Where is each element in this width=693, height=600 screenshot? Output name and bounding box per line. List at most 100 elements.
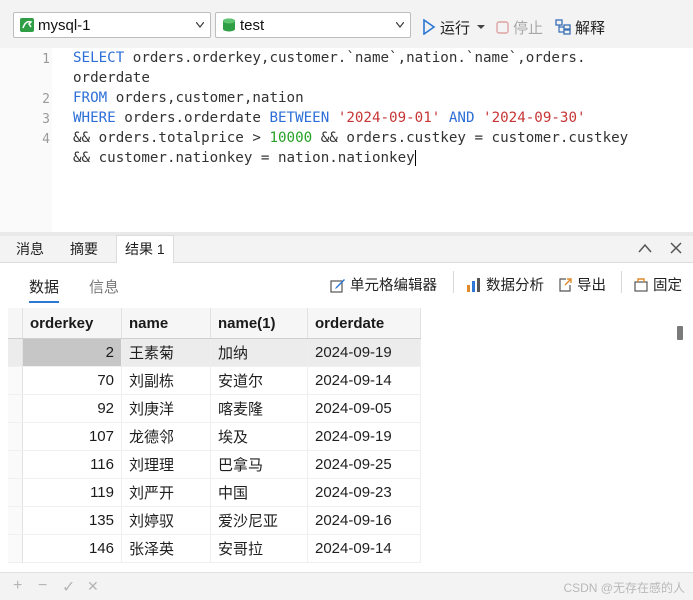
table-row[interactable]: 2 王素菊 加纳 2024-09-19 (8, 338, 421, 367)
explain-button[interactable]: 解释 (555, 17, 605, 37)
line-gutter: 1 2 3 4 (0, 48, 52, 232)
close-icon[interactable] (670, 242, 682, 254)
database-select[interactable]: test (215, 12, 411, 38)
cell-orderkey[interactable]: 107 (22, 422, 122, 451)
cell-orderdate[interactable]: 2024-09-19 (307, 422, 421, 451)
sql-editor[interactable]: 1 2 3 4 SELECT orders.orderkey,customer.… (0, 48, 693, 232)
cell-orderkey[interactable]: 70 (22, 366, 122, 395)
line-number: 1 (42, 52, 50, 67)
table-row[interactable]: 107 龙德邻 埃及 2024-09-19 (8, 422, 421, 451)
data-analysis-button[interactable]: 数据分析 (466, 274, 544, 295)
tab-messages[interactable]: 消息 (8, 236, 52, 262)
watermark: CSDN @无存在感的人 (563, 581, 685, 595)
code-line-4: && orders.totalprice > 10000 && orders.c… (73, 130, 629, 146)
cell-nation[interactable]: 巴拿马 (210, 450, 308, 479)
cell-orderdate[interactable]: 2024-09-19 (307, 338, 421, 367)
cell-nation[interactable]: 爱沙尼亚 (210, 506, 308, 535)
code-line-3: WHERE orders.orderdate BETWEEN '2024-09-… (73, 110, 586, 126)
cell-nation[interactable]: 安哥拉 (210, 534, 308, 563)
separator (453, 271, 454, 293)
collapse-icon[interactable] (638, 243, 652, 253)
cell-name[interactable]: 龙德邻 (121, 422, 211, 451)
column-header-orderdate[interactable]: orderdate (307, 308, 421, 339)
export-icon (559, 277, 572, 292)
stop-button[interactable]: 停止 (496, 17, 543, 37)
cell-name[interactable]: 张泽英 (121, 534, 211, 563)
subtab-data[interactable]: 数据 (29, 276, 60, 303)
cell-name[interactable]: 刘严开 (121, 478, 211, 507)
vertical-scrollbar[interactable] (677, 326, 683, 340)
cell-editor-button[interactable]: 单元格编辑器 (330, 274, 437, 295)
apply-changes-button[interactable]: ✓ (62, 577, 75, 597)
table-row[interactable]: 135 刘婷驭 爱沙尼亚 2024-09-16 (8, 506, 421, 535)
pin-button[interactable]: 固定 (633, 274, 682, 295)
top-strip (0, 0, 693, 8)
cell-name[interactable]: 刘副栋 (121, 366, 211, 395)
chevron-down-icon (196, 22, 204, 28)
cell-orderdate[interactable]: 2024-09-16 (307, 506, 421, 535)
cell-orderkey[interactable]: 116 (22, 450, 122, 479)
cell-orderdate[interactable]: 2024-09-23 (307, 478, 421, 507)
cell-nation[interactable]: 埃及 (210, 422, 308, 451)
cell-orderkey[interactable]: 135 (22, 506, 122, 535)
cell-orderdate[interactable]: 2024-09-14 (307, 534, 421, 563)
result-subbar: 数据 信息 单元格编辑器 数据分析 导出 固定 (0, 263, 693, 305)
play-icon (423, 19, 436, 35)
delete-record-button[interactable]: − (38, 577, 47, 595)
run-button[interactable]: 运行 (422, 17, 490, 37)
stop-icon (496, 20, 509, 34)
row-header-corner (8, 308, 23, 339)
tab-summary[interactable]: 摘要 (62, 236, 106, 262)
table-row[interactable]: 119 刘严开 中国 2024-09-23 (8, 478, 421, 507)
run-dropdown-icon[interactable] (476, 23, 486, 31)
mysql-connection-icon (20, 18, 34, 32)
cell-nation[interactable]: 安道尔 (210, 366, 308, 395)
line-number: 3 (42, 112, 50, 127)
result-grid: orderkey name name(1) orderdate 2 王素菊 加纳… (8, 308, 421, 563)
text-caret (414, 150, 416, 166)
result-tabs: 消息 摘要 结果 1 (0, 235, 693, 264)
row-marker[interactable] (8, 450, 23, 479)
column-header-name[interactable]: name (121, 308, 211, 339)
cell-orderdate[interactable]: 2024-09-05 (307, 394, 421, 423)
cell-orderkey[interactable]: 92 (22, 394, 122, 423)
cell-nation[interactable]: 加纳 (210, 338, 308, 367)
row-marker[interactable] (8, 394, 23, 423)
row-marker[interactable] (8, 478, 23, 507)
table-row[interactable]: 116 刘理理 巴拿马 2024-09-25 (8, 450, 421, 479)
column-header-name-1[interactable]: name(1) (210, 308, 308, 339)
pin-icon (634, 277, 648, 292)
export-button[interactable]: 导出 (557, 274, 606, 295)
cell-name[interactable]: 刘理理 (121, 450, 211, 479)
row-marker[interactable] (8, 338, 23, 367)
cell-name[interactable]: 王素菊 (121, 338, 211, 367)
tab-result-1[interactable]: 结果 1 (116, 235, 174, 264)
cell-nation[interactable]: 中国 (210, 478, 308, 507)
line-number: 4 (42, 132, 50, 147)
cell-name[interactable]: 刘婷驭 (121, 506, 211, 535)
cell-nation[interactable]: 喀麦隆 (210, 394, 308, 423)
subtab-info[interactable]: 信息 (89, 276, 119, 297)
row-marker[interactable] (8, 506, 23, 535)
query-toolbar: mysql-1 test 运行 停止 解释 (0, 8, 693, 48)
discard-changes-button[interactable]: ✕ (87, 578, 99, 595)
row-marker[interactable] (8, 366, 23, 395)
table-row[interactable]: 70 刘副栋 安道尔 2024-09-14 (8, 366, 421, 395)
table-row[interactable]: 146 张泽英 安哥拉 2024-09-14 (8, 534, 421, 563)
cell-orderdate[interactable]: 2024-09-25 (307, 450, 421, 479)
cell-orderkey[interactable]: 119 (22, 478, 122, 507)
add-record-button[interactable]: + (13, 577, 22, 595)
cell-orderdate[interactable]: 2024-09-14 (307, 366, 421, 395)
chevron-down-icon (396, 22, 404, 28)
database-value: test (240, 17, 265, 34)
row-marker[interactable] (8, 422, 23, 451)
column-header-orderkey[interactable]: orderkey (22, 308, 122, 339)
cell-orderkey[interactable]: 2 (22, 338, 122, 367)
code-line-1-wrap: orderdate (73, 70, 150, 86)
cell-orderkey[interactable]: 146 (22, 534, 122, 563)
connection-select[interactable]: mysql-1 (13, 12, 211, 38)
cell-name[interactable]: 刘庚洋 (121, 394, 211, 423)
table-row[interactable]: 92 刘庚洋 喀麦隆 2024-09-05 (8, 394, 421, 423)
row-marker[interactable] (8, 534, 23, 563)
result-table: orderkey name name(1) orderdate 2 王素菊 加纳… (8, 308, 421, 563)
